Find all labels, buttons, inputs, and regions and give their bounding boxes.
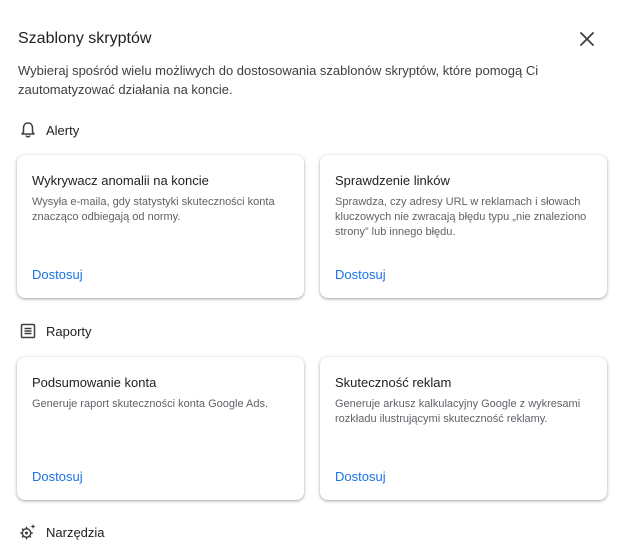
card-title: Skuteczność reklam bbox=[335, 375, 452, 390]
close-button[interactable] bbox=[572, 24, 602, 54]
card-title: Podsumowanie konta bbox=[32, 375, 157, 390]
report-icon bbox=[18, 321, 38, 341]
bell-icon bbox=[18, 120, 38, 140]
card-title: Sprawdzenie linków bbox=[335, 173, 450, 188]
dialog-title: Szablony skryptów bbox=[18, 30, 152, 47]
customize-link[interactable]: Dostosuj bbox=[335, 469, 386, 485]
section-label-alerts: Alerty bbox=[46, 122, 80, 138]
section-header-reports: Raporty bbox=[18, 321, 92, 341]
customize-link[interactable]: Dostosuj bbox=[32, 469, 83, 485]
close-icon bbox=[580, 32, 594, 46]
section-header-tools: Narzędzia bbox=[18, 522, 105, 542]
template-card-ad-performance[interactable]: Skuteczność reklam Generuje arkusz kalku… bbox=[320, 357, 607, 500]
card-description: Sprawdza, czy adresy URL w reklamach i s… bbox=[335, 196, 587, 238]
customize-link[interactable]: Dostosuj bbox=[32, 267, 83, 283]
section-label-reports: Raporty bbox=[46, 323, 92, 339]
template-card-link-checker[interactable]: Sprawdzenie linków Sprawdza, czy adresy … bbox=[320, 155, 607, 298]
tools-icon bbox=[18, 522, 38, 542]
script-templates-dialog: Szablony skryptów Wybieraj spośród wielu… bbox=[0, 0, 622, 552]
section-header-alerts: Alerty bbox=[18, 120, 79, 140]
template-card-account-summary[interactable]: Podsumowanie konta Generuje raport skute… bbox=[17, 357, 304, 500]
section-label-tools: Narzędzia bbox=[46, 524, 105, 540]
card-title: Wykrywacz anomalii na koncie bbox=[32, 173, 209, 188]
dialog-description: Wybieraj spośród wielu możliwych do dost… bbox=[18, 63, 539, 97]
card-description: Generuje raport skuteczności konta Googl… bbox=[32, 398, 269, 410]
template-card-anomaly-detector[interactable]: Wykrywacz anomalii na koncie Wysyła e-ma… bbox=[17, 155, 304, 298]
card-description: Generuje arkusz kalkulacyjny Google z wy… bbox=[335, 398, 581, 425]
customize-link[interactable]: Dostosuj bbox=[335, 267, 386, 283]
card-description: Wysyła e-maila, gdy statystyki skuteczno… bbox=[32, 196, 275, 223]
